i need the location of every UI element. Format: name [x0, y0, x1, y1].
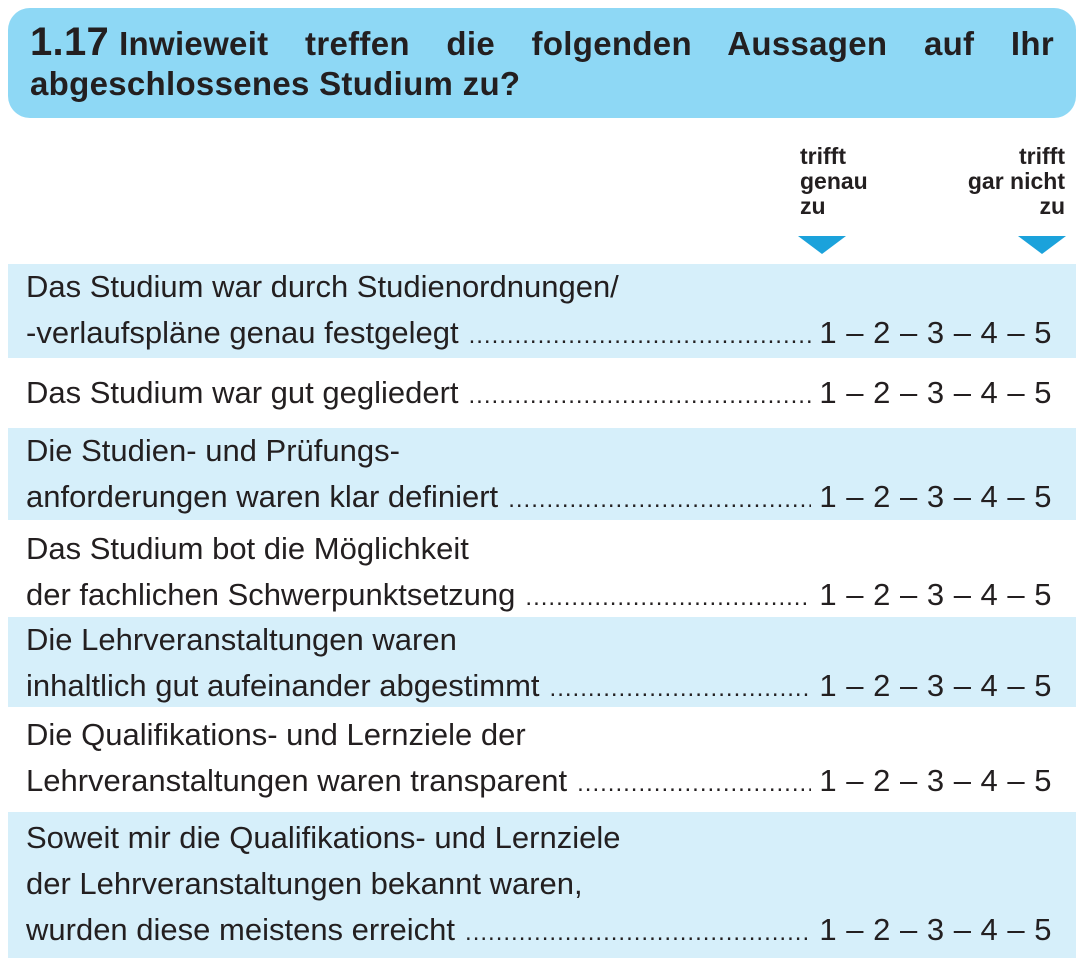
rating-scale[interactable]: 1 – 2 – 3 – 4 – 5 [811, 310, 1076, 356]
statement-row: Die Lehrveranstaltungen waren inhaltlich … [8, 617, 1076, 707]
dot-leader: ........................................… [468, 382, 812, 409]
statement-line-text: -verlaufspläne genau festgelegt [26, 315, 459, 350]
scale-left-line: genau [800, 168, 868, 194]
dot-leader: ........................................… [465, 919, 812, 946]
statement-row: Soweit mir die Qualifikations- und Lernz… [8, 812, 1076, 958]
statement-text: Die Lehrveranstaltungen waren inhaltlich … [26, 617, 1076, 712]
scale-label-left: trifft genau zu [800, 144, 868, 219]
statement-line: Die Lehrveranstaltungen waren [26, 622, 457, 657]
statement-row: Die Studien- und Prüfungs-anforderungen … [8, 428, 1076, 520]
statement-line: Das Studium war durch Studienordnungen/ [26, 269, 619, 304]
scale-label-right: trifft gar nicht zu [968, 144, 1065, 219]
arrow-down-icon [1018, 236, 1066, 254]
statement-text: Soweit mir die Qualifikations- und Lernz… [26, 815, 1076, 956]
statement-line-text: anforderungen waren klar definiert [26, 479, 499, 514]
scale-right-line: gar nicht [967, 168, 1065, 194]
question-number: 1.17 [30, 20, 110, 64]
statement-text: Das Studium war durch Studienordnungen/ -… [26, 264, 1076, 359]
dot-leader: ........................................… [525, 584, 811, 611]
statement-text: Die Studien- und Prüfungs-anforderungen … [26, 428, 1076, 523]
dot-leader: ........................................… [549, 675, 812, 702]
statement-line: der Lehrveranstaltungen bekannt waren, [26, 866, 583, 901]
statement-line: Die Studien- und Prüfungs- [26, 433, 400, 468]
statement-row: Das Studium war gut gegliedert..........… [8, 366, 1076, 422]
statement-line-text: inhaltlich gut aufeinander abgestimmt [26, 668, 540, 703]
statement-line-text: Das Studium war gut gegliedert [26, 375, 459, 410]
statement-row: Das Studium bot die Möglichkeit der fachl… [8, 526, 1076, 614]
question-text: Inwieweit treffen die folgenden Aussagen… [30, 25, 1054, 102]
statement-line: Das Studium war gut gegliedert..........… [26, 370, 1076, 419]
scale-right-line: zu [1039, 193, 1065, 219]
statement-text: Das Studium bot die Möglichkeit der fachl… [26, 526, 1076, 621]
statement-line-text: wurden diese meistens erreicht [26, 912, 456, 947]
question-title: 1.17 Inwieweit treffen die folgenden Auss… [30, 22, 1054, 104]
statement-line: Lehrveranstaltungen waren transparent...… [26, 758, 1076, 807]
dot-leader: ........................................… [508, 486, 811, 513]
statement-row: Die Qualifikations- und Lernziele der Leh… [8, 712, 1076, 802]
dot-leader: ........................................… [468, 322, 812, 349]
statement-text: Die Qualifikations- und Lernziele der Leh… [26, 712, 1076, 807]
statement-text: Das Studium war gut gegliedert..........… [26, 370, 1076, 419]
statement-line: Die Qualifikations- und Lernziele der [26, 717, 526, 752]
statement-line: der fachlichen Schwerpunktsetzung.......… [26, 572, 1076, 621]
rating-scale[interactable]: 1 – 2 – 3 – 4 – 5 [811, 663, 1076, 709]
statement-line: inhaltlich gut aufeinander abgestimmt...… [26, 663, 1076, 712]
scale-right-line: trifft [1019, 143, 1065, 169]
arrow-down-icon [798, 236, 846, 254]
scale-left-line: zu [800, 193, 826, 219]
statement-line: anforderungen waren klar definiert......… [26, 474, 1076, 523]
statement-line-text: Lehrveranstaltungen waren transparent [26, 763, 568, 798]
rating-scale[interactable]: 1 – 2 – 3 – 4 – 5 [811, 758, 1076, 804]
scale-left-line: trifft [800, 143, 846, 169]
statement-line-text: der fachlichen Schwerpunktsetzung [26, 577, 516, 612]
question-header: 1.17 Inwieweit treffen die folgenden Auss… [8, 8, 1076, 118]
rating-scale[interactable]: 1 – 2 – 3 – 4 – 5 [811, 474, 1076, 520]
rating-scale[interactable]: 1 – 2 – 3 – 4 – 5 [811, 907, 1076, 953]
statement-line: Soweit mir die Qualifikations- und Lernz… [26, 820, 621, 855]
statement-line: wurden diese meistens erreicht..........… [26, 907, 1076, 956]
statement-row: Das Studium war durch Studienordnungen/ -… [8, 264, 1076, 358]
dot-leader: ........................................… [577, 770, 812, 797]
rating-scale[interactable]: 1 – 2 – 3 – 4 – 5 [811, 572, 1076, 618]
rating-scale[interactable]: 1 – 2 – 3 – 4 – 5 [811, 370, 1076, 416]
statement-line: -verlaufspläne genau festgelegt.........… [26, 310, 1076, 359]
statement-line: Das Studium bot die Möglichkeit [26, 531, 469, 566]
